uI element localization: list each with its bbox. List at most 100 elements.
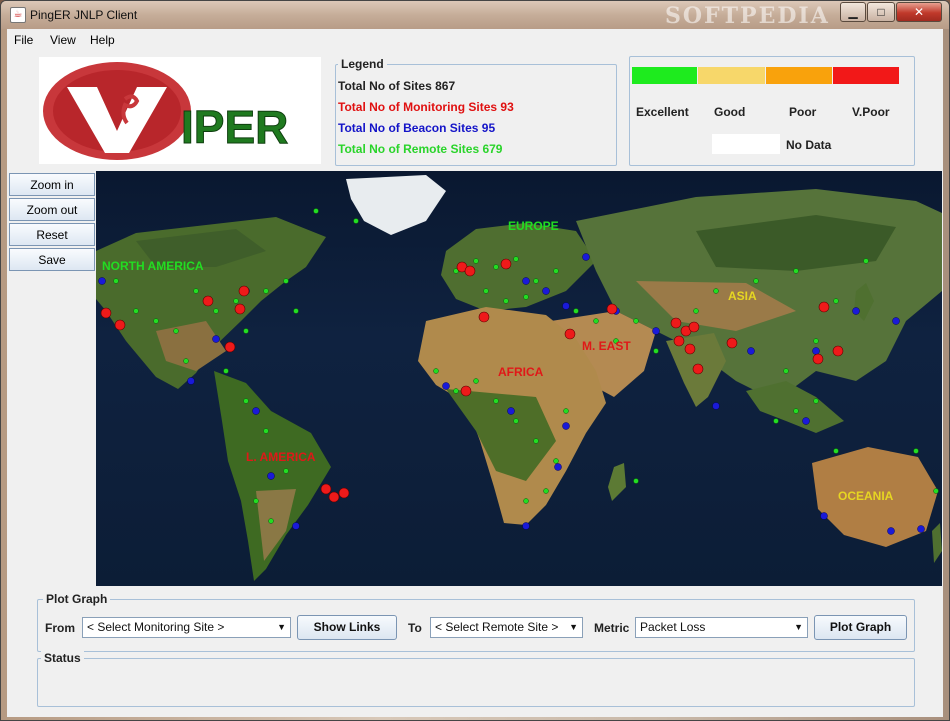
beacon-site-marker[interactable]: [522, 277, 530, 285]
remote-site-marker[interactable]: [268, 518, 274, 524]
remote-site-marker[interactable]: [633, 478, 639, 484]
monitoring-site-marker[interactable]: [464, 265, 476, 277]
remote-site-marker[interactable]: [293, 308, 299, 314]
beacon-site-marker[interactable]: [582, 253, 590, 261]
beacon-site-marker[interactable]: [747, 347, 755, 355]
remote-site-marker[interactable]: [913, 448, 919, 454]
monitoring-site-marker[interactable]: [692, 363, 704, 375]
zoom-out-button[interactable]: Zoom out: [9, 198, 95, 221]
monitoring-site-marker[interactable]: [238, 285, 250, 297]
beacon-site-marker[interactable]: [820, 512, 828, 520]
zoom-in-button[interactable]: Zoom in: [9, 173, 95, 196]
beacon-site-marker[interactable]: [442, 382, 450, 390]
remote-site-marker[interactable]: [533, 278, 539, 284]
remote-site-marker[interactable]: [553, 268, 559, 274]
monitoring-site-marker[interactable]: [606, 303, 618, 315]
remote-site-marker[interactable]: [473, 258, 479, 264]
remote-site-marker[interactable]: [863, 258, 869, 264]
remote-site-marker[interactable]: [263, 428, 269, 434]
remote-site-marker[interactable]: [183, 358, 189, 364]
beacon-site-marker[interactable]: [812, 347, 820, 355]
beacon-site-marker[interactable]: [554, 463, 562, 471]
beacon-site-marker[interactable]: [292, 522, 300, 530]
maximize-button[interactable]: □: [867, 2, 895, 22]
beacon-site-marker[interactable]: [852, 307, 860, 315]
remote-site-marker[interactable]: [573, 308, 579, 314]
remote-site-marker[interactable]: [213, 308, 219, 314]
monitoring-site-marker[interactable]: [684, 343, 696, 355]
remote-site-marker[interactable]: [833, 298, 839, 304]
remote-site-marker[interactable]: [353, 218, 359, 224]
monitoring-site-select[interactable]: < Select Monitoring Site > ▼: [82, 617, 291, 638]
show-links-button[interactable]: Show Links: [297, 615, 397, 640]
remote-site-marker[interactable]: [933, 488, 939, 494]
beacon-site-marker[interactable]: [562, 302, 570, 310]
remote-site-marker[interactable]: [243, 398, 249, 404]
remote-site-marker[interactable]: [513, 256, 519, 262]
monitoring-site-marker[interactable]: [818, 301, 830, 313]
remote-site-marker[interactable]: [563, 408, 569, 414]
metric-select[interactable]: Packet Loss ▼: [635, 617, 808, 638]
monitoring-site-marker[interactable]: [478, 311, 490, 323]
remote-site-marker[interactable]: [553, 458, 559, 464]
remote-site-marker[interactable]: [523, 498, 529, 504]
menu-file[interactable]: File: [14, 33, 33, 47]
beacon-site-marker[interactable]: [267, 472, 275, 480]
monitoring-site-marker[interactable]: [688, 321, 700, 333]
beacon-site-marker[interactable]: [212, 335, 220, 343]
monitoring-site-marker[interactable]: [320, 483, 332, 495]
monitoring-site-marker[interactable]: [812, 353, 824, 365]
monitoring-site-marker[interactable]: [564, 328, 576, 340]
remote-site-marker[interactable]: [513, 418, 519, 424]
beacon-site-marker[interactable]: [98, 277, 106, 285]
monitoring-site-marker[interactable]: [114, 319, 126, 331]
beacon-site-marker[interactable]: [542, 287, 550, 295]
remote-site-marker[interactable]: [233, 298, 239, 304]
beacon-site-marker[interactable]: [187, 377, 195, 385]
remote-site-marker[interactable]: [493, 398, 499, 404]
beacon-site-marker[interactable]: [652, 327, 660, 335]
monitoring-site-marker[interactable]: [670, 317, 682, 329]
remote-site-marker[interactable]: [523, 294, 529, 300]
remote-site-select[interactable]: < Select Remote Site > ▼: [430, 617, 583, 638]
monitoring-site-marker[interactable]: [224, 341, 236, 353]
remote-site-marker[interactable]: [253, 498, 259, 504]
remote-site-marker[interactable]: [503, 298, 509, 304]
remote-site-marker[interactable]: [693, 308, 699, 314]
remote-site-marker[interactable]: [313, 208, 319, 214]
remote-site-marker[interactable]: [153, 318, 159, 324]
remote-site-marker[interactable]: [283, 278, 289, 284]
remote-site-marker[interactable]: [543, 488, 549, 494]
world-map[interactable]: NORTH AMERICA EUROPE ASIA M. EAST AFRICA…: [96, 171, 942, 586]
monitoring-site-marker[interactable]: [234, 303, 246, 315]
save-button[interactable]: Save: [9, 248, 95, 271]
title-bar[interactable]: ☕ PingER JNLP Client SOFTPEDIA ▁ □ ✕: [1, 1, 949, 29]
minimize-button[interactable]: ▁: [840, 2, 866, 22]
remote-site-marker[interactable]: [813, 338, 819, 344]
remote-site-marker[interactable]: [223, 368, 229, 374]
remote-site-marker[interactable]: [433, 368, 439, 374]
remote-site-marker[interactable]: [453, 388, 459, 394]
remote-site-marker[interactable]: [653, 348, 659, 354]
monitoring-site-marker[interactable]: [338, 487, 350, 499]
remote-site-marker[interactable]: [473, 378, 479, 384]
remote-site-marker[interactable]: [173, 328, 179, 334]
beacon-site-marker[interactable]: [917, 525, 925, 533]
menu-help[interactable]: Help: [90, 33, 115, 47]
monitoring-site-marker[interactable]: [202, 295, 214, 307]
remote-site-marker[interactable]: [533, 438, 539, 444]
beacon-site-marker[interactable]: [522, 522, 530, 530]
beacon-site-marker[interactable]: [507, 407, 515, 415]
beacon-site-marker[interactable]: [887, 527, 895, 535]
close-button[interactable]: ✕: [896, 2, 942, 22]
monitoring-site-marker[interactable]: [726, 337, 738, 349]
remote-site-marker[interactable]: [263, 288, 269, 294]
remote-site-marker[interactable]: [483, 288, 489, 294]
remote-site-marker[interactable]: [243, 328, 249, 334]
monitoring-site-marker[interactable]: [328, 491, 340, 503]
remote-site-marker[interactable]: [793, 268, 799, 274]
reset-button[interactable]: Reset: [9, 223, 95, 246]
remote-site-marker[interactable]: [133, 308, 139, 314]
remote-site-marker[interactable]: [773, 418, 779, 424]
monitoring-site-marker[interactable]: [673, 335, 685, 347]
